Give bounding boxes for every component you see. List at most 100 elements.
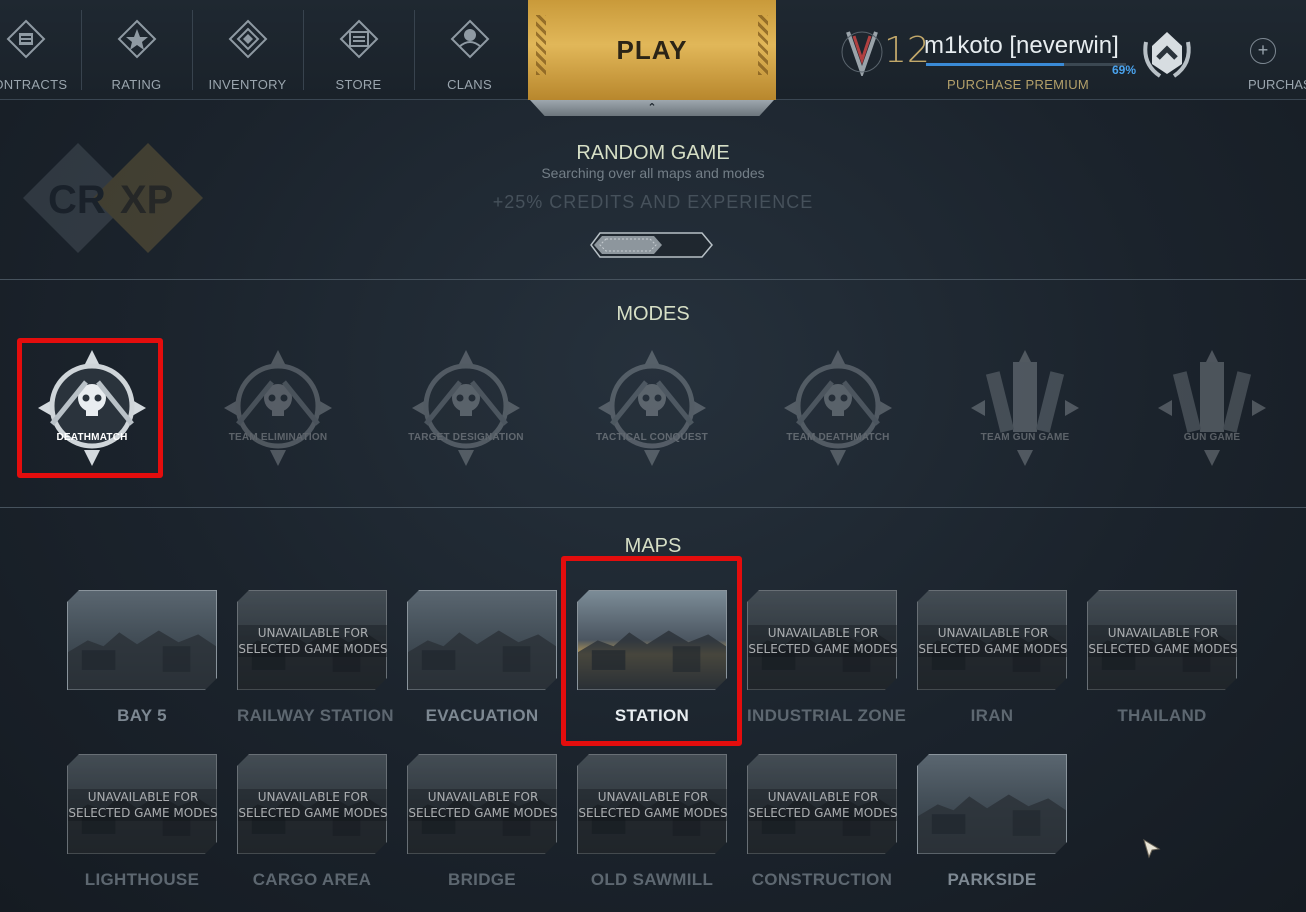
unavailable-line-2: SELECTED GAME MODES — [748, 642, 898, 656]
nav-rating[interactable]: RATING — [81, 0, 192, 100]
unavailable-line-1: UNAVAILABLE FOR — [597, 790, 709, 804]
random-game-title: RANDOM GAME — [576, 142, 730, 164]
map-scenery — [578, 591, 726, 690]
random-game-bonus: +25% CREDITS AND EXPERIENCE — [492, 192, 814, 212]
mode-team-deathmatch[interactable]: TEAM DEATHMATCH — [776, 346, 900, 470]
unavailable-line-2: SELECTED GAME MODES — [68, 806, 218, 820]
map-thumbnail: UNAVAILABLE FOR SELECTED GAME MODES — [407, 754, 557, 854]
map-unavailable-notice: UNAVAILABLE FOR SELECTED GAME MODES — [578, 789, 728, 821]
map-label: CARGO AREA — [252, 870, 372, 889]
unavailable-line-1: UNAVAILABLE FOR — [257, 626, 369, 640]
map-card-old-sawmill[interactable]: UNAVAILABLE FOR SELECTED GAME MODES OLD SA… — [577, 754, 727, 890]
map-label: STATION — [614, 706, 690, 725]
map-card-thailand[interactable]: UNAVAILABLE FOR SELECTED GAME MODES THAILA… — [1087, 590, 1237, 726]
unavailable-line-1: UNAVAILABLE FOR — [87, 790, 199, 804]
mode-emblem-icon — [1158, 350, 1266, 466]
play-button[interactable]: PLAY — [528, 0, 776, 100]
mode-label: TEAM ELIMINATION — [228, 432, 328, 443]
map-unavailable-notice: UNAVAILABLE FOR SELECTED GAME MODES — [1088, 625, 1238, 657]
map-card-lighthouse[interactable]: UNAVAILABLE FOR SELECTED GAME MODES LIGHTH… — [67, 754, 217, 890]
player-username: m1koto [neverwin] — [924, 32, 1119, 59]
map-card-station[interactable]: STATION — [577, 590, 727, 726]
map-thumbnail: UNAVAILABLE FOR SELECTED GAME MODES — [1087, 590, 1237, 690]
map-card-cargo-area[interactable]: UNAVAILABLE FOR SELECTED GAME MODES CARGO … — [237, 754, 387, 890]
mode-gun-game[interactable]: GUN GAME — [1150, 346, 1274, 470]
map-card-industrial-zone[interactable]: UNAVAILABLE FOR SELECTED GAME MODES INDUST… — [747, 590, 907, 726]
mode-label: TACTICAL CONQUEST — [596, 432, 708, 443]
map-unavailable-notice: UNAVAILABLE FOR SELECTED GAME MODES — [238, 625, 388, 657]
mode-emblem-icon — [784, 350, 892, 466]
map-unavailable-notice: UNAVAILABLE FOR SELECTED GAME MODES — [68, 789, 218, 821]
map-thumbnail — [407, 590, 557, 690]
plus-icon: + — [1250, 38, 1276, 64]
map-label: INDUSTRIAL ZONE — [747, 706, 907, 725]
rating-icon — [117, 19, 157, 59]
mode-team-gun-game[interactable]: TEAM GUN GAME — [963, 346, 1087, 470]
mouse-cursor-icon — [1143, 839, 1161, 859]
mode-label: TEAM DEATHMATCH — [786, 432, 890, 443]
purchase-button[interactable]: + PURCHAS — [1240, 38, 1306, 98]
map-thumbnail: UNAVAILABLE FOR SELECTED GAME MODES — [67, 754, 217, 854]
mode-team-elimination[interactable]: TEAM ELIMINATION — [216, 346, 340, 470]
map-label: THAILAND — [1117, 706, 1207, 725]
unavailable-line-2: SELECTED GAME MODES — [918, 642, 1068, 656]
map-card-railway-station[interactable]: UNAVAILABLE FOR SELECTED GAME MODES RAILWA… — [237, 590, 394, 726]
contracts-icon — [6, 19, 46, 59]
nav-inventory[interactable]: INVENTORY — [192, 0, 303, 100]
nav-store[interactable]: STORE — [303, 0, 414, 100]
map-label: PARKSIDE — [947, 870, 1037, 889]
store-icon — [339, 19, 379, 59]
nav-contracts[interactable]: CONTRACTS — [0, 0, 81, 100]
purchase-button-label: PURCHAS — [1248, 77, 1306, 92]
map-card-iran[interactable]: UNAVAILABLE FOR SELECTED GAME MODES IRAN — [917, 590, 1067, 726]
maps-title: MAPS — [624, 535, 682, 557]
unavailable-line-2: SELECTED GAME MODES — [1088, 642, 1238, 656]
map-card-construction[interactable]: UNAVAILABLE FOR SELECTED GAME MODES CONSTR… — [747, 754, 897, 890]
nav-clans[interactable]: CLANS — [414, 0, 525, 100]
player-level: 12 — [884, 30, 930, 71]
map-thumbnail — [67, 590, 217, 690]
modes-title: MODES — [616, 303, 690, 325]
map-thumbnail — [577, 590, 727, 690]
map-card-bay-5[interactable]: BAY 5 — [67, 590, 217, 726]
map-label: CONSTRUCTION — [751, 870, 893, 889]
mode-deathmatch[interactable]: DEATHMATCH — [30, 346, 154, 470]
xp-percent: 69% — [1112, 63, 1137, 77]
xp-progress-bar — [926, 63, 1126, 66]
purchase-premium-link[interactable]: PURCHASE PREMIUM — [947, 77, 1089, 92]
mode-target-designation[interactable]: TARGET DESIGNATION — [404, 346, 528, 470]
nav-store-label: STORE — [335, 77, 382, 92]
map-label: EVACUATION — [425, 706, 539, 725]
map-label: BRIDGE — [448, 870, 516, 889]
unavailable-line-1: UNAVAILABLE FOR — [427, 790, 539, 804]
premium-emblem-icon[interactable] — [1138, 24, 1196, 82]
random-game-toggle[interactable] — [590, 232, 714, 258]
unavailable-line-2: SELECTED GAME MODES — [408, 806, 558, 820]
random-game-subtitle: Searching over all maps and modes — [541, 165, 765, 181]
map-thumbnail: UNAVAILABLE FOR SELECTED GAME MODES — [917, 590, 1067, 690]
mode-emblem-icon — [38, 350, 146, 466]
unavailable-line-1: UNAVAILABLE FOR — [1107, 626, 1219, 640]
nav-contracts-label: CONTRACTS — [0, 77, 68, 92]
clans-icon — [450, 19, 490, 59]
mode-label: GUN GAME — [1183, 432, 1241, 443]
mode-emblem-icon — [412, 350, 520, 466]
map-card-bridge[interactable]: UNAVAILABLE FOR SELECTED GAME MODES BRIDGE — [407, 754, 557, 890]
unavailable-line-2: SELECTED GAME MODES — [238, 642, 388, 656]
mode-emblem-icon — [971, 350, 1079, 466]
nav-inventory-label: INVENTORY — [208, 77, 287, 92]
mode-label: TEAM GUN GAME — [980, 432, 1070, 443]
mode-emblem-icon — [224, 350, 332, 466]
unavailable-line-2: SELECTED GAME MODES — [238, 806, 388, 820]
play-panel-collapse-tab[interactable]: ⌃ — [530, 100, 774, 116]
map-scenery — [68, 591, 216, 690]
map-label: RAILWAY STATION — [237, 706, 394, 725]
map-card-evacuation[interactable]: EVACUATION — [407, 590, 557, 726]
map-unavailable-notice: UNAVAILABLE FOR SELECTED GAME MODES — [408, 789, 558, 821]
map-label: IRAN — [970, 706, 1014, 725]
map-card-parkside[interactable]: PARKSIDE — [917, 754, 1067, 890]
unavailable-line-1: UNAVAILABLE FOR — [937, 626, 1049, 640]
mode-tactical-conquest[interactable]: TACTICAL CONQUEST — [590, 346, 714, 470]
play-button-label: PLAY — [616, 34, 688, 65]
map-thumbnail: UNAVAILABLE FOR SELECTED GAME MODES — [237, 754, 387, 854]
